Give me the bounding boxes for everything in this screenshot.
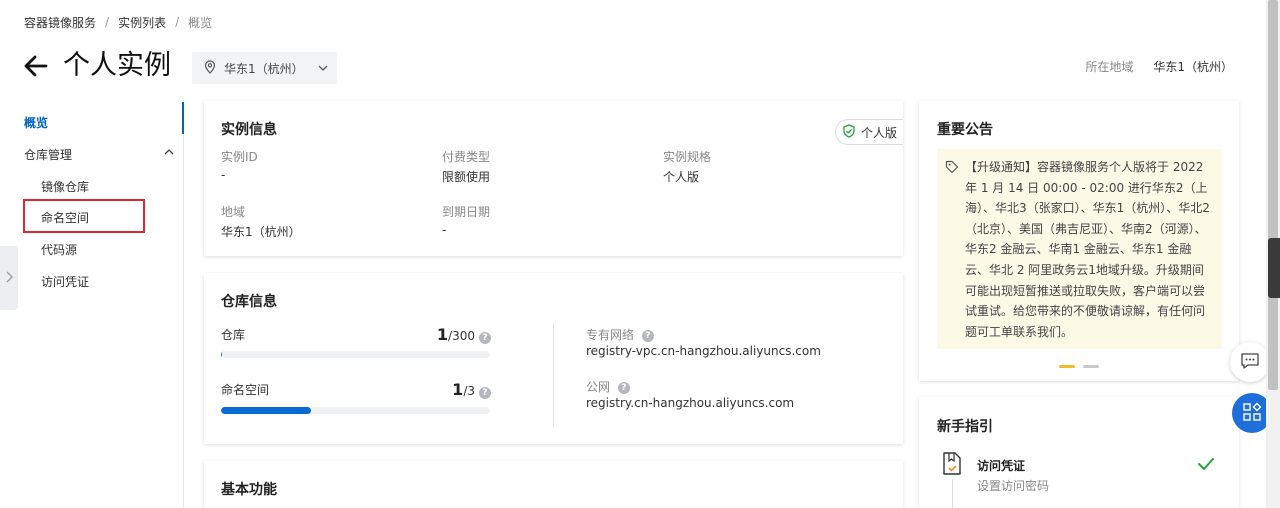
edition-badge-label: 个人版 [861, 125, 898, 140]
guide-title: 新手指引 [937, 419, 993, 435]
instance-info-title: 实例信息 [221, 122, 277, 138]
field-label: 实例ID [221, 150, 258, 164]
field-label: 实例规格 [663, 150, 712, 164]
edition-badge: 个人版 [835, 119, 903, 145]
field-label: 到期日期 [442, 205, 491, 219]
carousel-dot-active[interactable] [1059, 365, 1075, 368]
announcement-card: 重要公告 【升级通知】容器镜像服务个人版将于 2022 年 1 月 14 日 0… [919, 101, 1239, 381]
page-title: 个人实例 [63, 50, 171, 81]
sidebar-item-access-credential[interactable]: 访问凭证 [41, 273, 89, 290]
region-select[interactable]: 华东1（杭州） [192, 52, 337, 84]
help-icon[interactable]: ? [641, 329, 654, 342]
namespace-progress-bar [221, 407, 490, 414]
step-connector [952, 479, 953, 508]
chevron-right-icon [5, 271, 13, 286]
sidebar-item-overview[interactable]: 概览 [24, 114, 48, 131]
region-info: 所在地域 华东1（杭州） [1085, 58, 1233, 75]
breadcrumb-separator: / [105, 15, 110, 29]
namespace-highlight-box [23, 199, 145, 233]
repo-progress-fill [221, 351, 223, 358]
sidebar-item-image-repo[interactable]: 镜像仓库 [41, 178, 89, 195]
repo-progress-bar [221, 351, 490, 358]
repo-label: 仓库 [221, 328, 246, 342]
field-value: 限额使用 [442, 170, 491, 184]
breadcrumb-item-current: 概览 [188, 15, 213, 30]
public-label: 公网 ? [586, 378, 630, 395]
vpc-endpoint[interactable]: registry-vpc.cn-hangzhou.aliyuncs.com [586, 344, 821, 358]
sidebar: 概览 仓库管理 镜像仓库 命名空间 代码源 访问凭证 [0, 100, 184, 508]
field-label: 地域 [221, 205, 246, 219]
repo-count: 1 /300 ? [437, 325, 491, 344]
guide-step-desc: 设置访问密码 [977, 479, 1050, 493]
sidebar-group-label: 仓库管理 [24, 148, 73, 162]
divider [553, 323, 554, 427]
region-info-label: 所在地域 [1085, 60, 1134, 74]
guide-card: 新手指引 访问凭证 设置访问密码 [919, 397, 1239, 508]
field-value: - [221, 168, 226, 182]
repo-count-used: 1 [436, 325, 449, 344]
public-endpoint[interactable]: registry.cn-hangzhou.aliyuncs.com [586, 396, 794, 410]
carousel-dot[interactable] [1083, 365, 1099, 368]
breadcrumb: 容器镜像服务 / 实例列表 / 概览 [24, 14, 212, 30]
basic-functions-title: 基本功能 [221, 482, 277, 498]
breadcrumb-item-instances[interactable]: 实例列表 [118, 14, 166, 31]
scrollbar-thumb[interactable] [1268, 0, 1278, 390]
instance-info-card: 实例信息 个人版 实例ID - 付费类型 限额使用 实例规格 个人版 地域 华东… [204, 101, 903, 256]
chat-icon [1240, 352, 1260, 373]
active-indicator [182, 102, 184, 134]
check-icon [1197, 457, 1215, 474]
field-value: - [442, 223, 447, 237]
notice-text: 【升级通知】容器镜像服务个人版将于 2022 年 1 月 14 日 00:00 … [965, 160, 1210, 339]
location-pin-icon [204, 59, 216, 77]
vpc-label: 专有网络 ? [586, 326, 654, 343]
document-icon [941, 451, 963, 480]
field-value: 个人版 [663, 170, 700, 184]
apps-grid-icon [1242, 402, 1262, 425]
namespace-count-total: /3 [463, 384, 475, 398]
side-panel-handle[interactable] [1268, 238, 1280, 298]
sidebar-expand-handle[interactable] [0, 246, 18, 310]
namespace-count-used: 1 [452, 380, 464, 399]
sidebar-item-code-source[interactable]: 代码源 [41, 241, 77, 258]
basic-functions-card: 基本功能 [204, 461, 903, 508]
repo-info-card: 仓库信息 仓库 1 /300 ? 命名空间 1 /3 ? 专有网络 ? regi… [204, 273, 903, 444]
namespace-progress-fill [221, 407, 311, 414]
chevron-down-icon [318, 61, 328, 75]
back-arrow-icon[interactable] [22, 52, 50, 80]
announcement-title: 重要公告 [937, 122, 993, 138]
namespace-label: 命名空间 [221, 383, 270, 397]
help-icon[interactable]: ? [479, 332, 491, 344]
region-select-value: 华东1（杭州） [224, 61, 304, 76]
notice-box: 【升级通知】容器镜像服务个人版将于 2022 年 1 月 14 日 00:00 … [937, 149, 1222, 349]
breadcrumb-separator: / [175, 15, 180, 29]
tag-icon [945, 160, 959, 177]
feedback-button[interactable] [1230, 342, 1270, 382]
field-value: 华东1（杭州） [221, 225, 301, 239]
shield-check-icon [842, 123, 856, 141]
field-label: 付费类型 [442, 150, 491, 164]
sidebar-group-repo-management[interactable]: 仓库管理 [24, 146, 174, 163]
help-icon[interactable]: ? [617, 381, 630, 394]
vpc-label-text: 专有网络 [586, 328, 635, 342]
breadcrumb-item-service[interactable]: 容器镜像服务 [24, 14, 96, 31]
namespace-count: 1 /3 ? [452, 380, 491, 399]
help-icon[interactable]: ? [479, 387, 491, 399]
repo-info-title: 仓库信息 [221, 294, 277, 310]
guide-step-title[interactable]: 访问凭证 [977, 457, 1025, 474]
chevron-up-icon [164, 146, 174, 160]
region-info-value: 华东1（杭州） [1153, 60, 1233, 74]
public-label-text: 公网 [586, 380, 611, 394]
repo-count-total: /300 [448, 329, 475, 343]
